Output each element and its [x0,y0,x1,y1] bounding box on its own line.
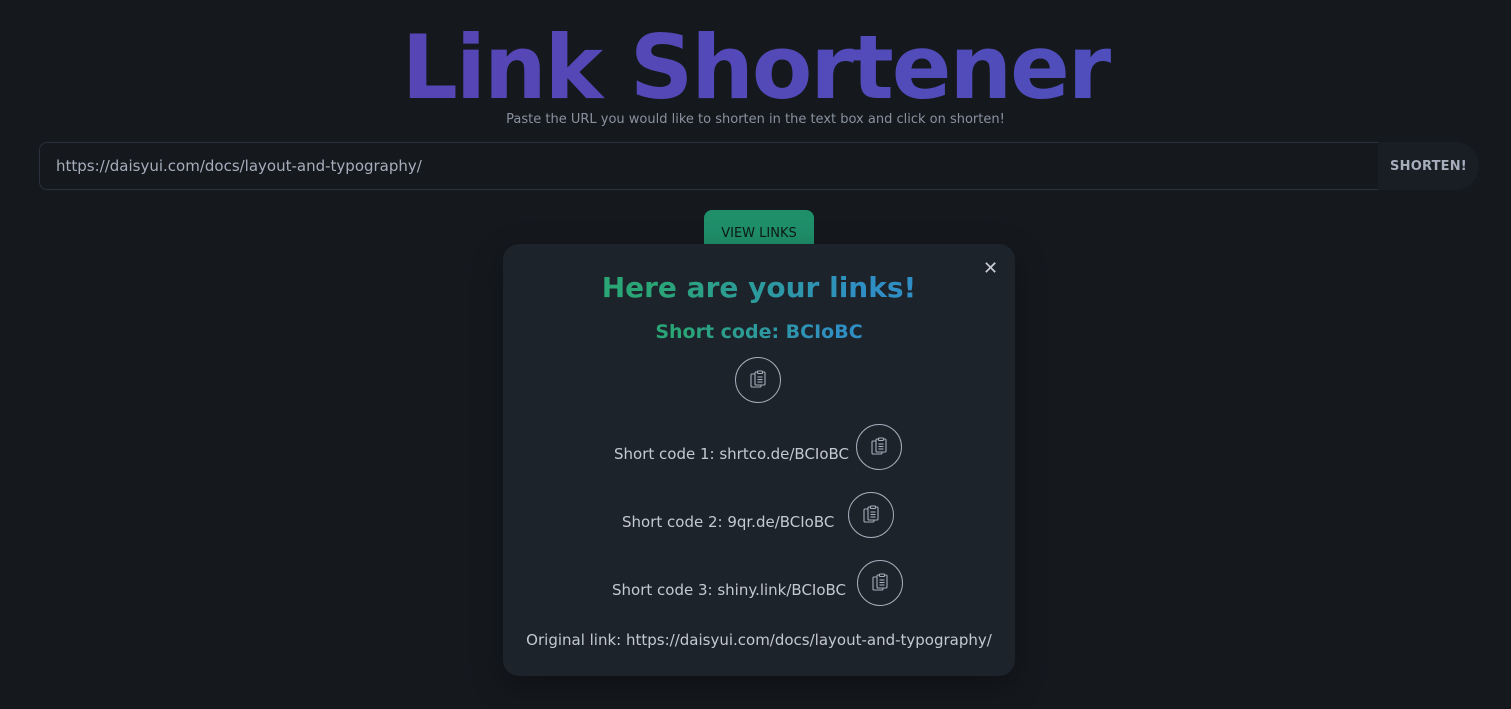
copy-short-code-3-button[interactable] [857,560,903,606]
page-subtitle: Paste the URL you would like to shorten … [506,112,1005,127]
page-title: Link Shortener [0,18,1511,118]
clipboard-copy-icon [872,573,888,591]
links-modal: ✕ Here are your links! Short code: BCIoB… [503,244,1015,676]
original-link-text: Original link: https://daisyui.com/docs/… [526,631,992,649]
short-code-2-text: Short code 2: 9qr.de/BCIoBC [622,513,835,531]
short-code-1-text: Short code 1: shrtco.de/BCIoBC [614,445,850,463]
clipboard-copy-icon [863,505,879,523]
short-code-3-text: Short code 3: shiny.link/BCIoBC [612,581,847,599]
clipboard-copy-icon [871,437,887,455]
page: Link Shortener Paste the URL you would l… [0,0,1511,709]
shorten-button[interactable]: SHORTEN! [1378,142,1479,190]
copy-short-code-2-button[interactable] [848,492,894,538]
url-input[interactable] [39,142,1399,190]
modal-heading: Here are your links! [503,270,1015,306]
copy-short-code-1-button[interactable] [856,424,902,470]
short-code-main: Short code: BCIoBC [503,320,1015,344]
clipboard-copy-icon [750,370,766,388]
copy-short-code-button[interactable] [735,357,781,403]
